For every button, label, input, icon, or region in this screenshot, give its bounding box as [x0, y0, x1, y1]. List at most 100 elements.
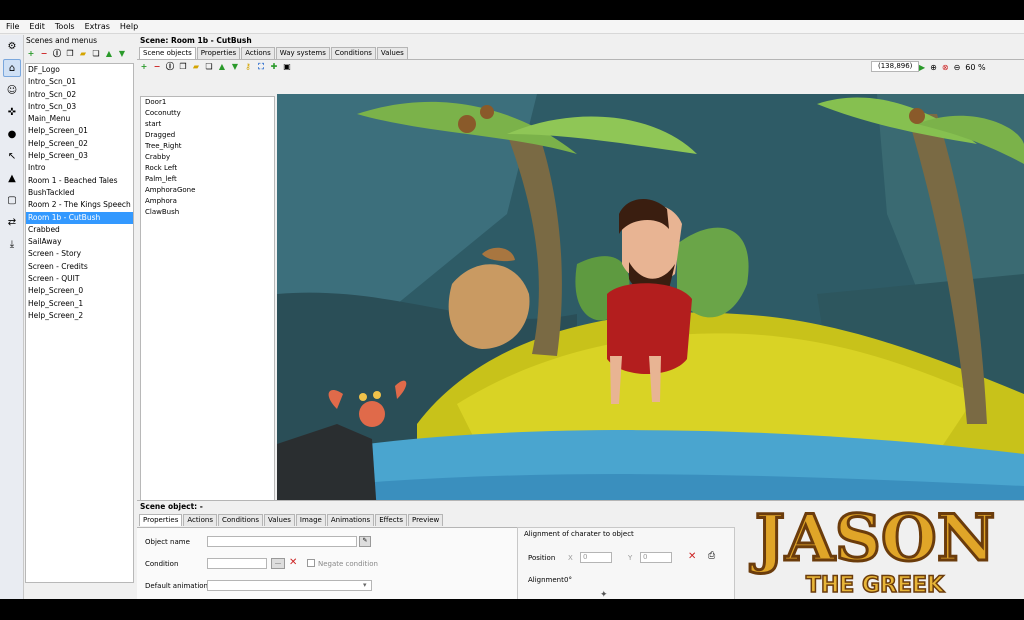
scene-item[interactable]: Help_Screen_2	[26, 310, 133, 322]
scene-tab[interactable]: Values	[376, 47, 408, 59]
zoom-reset-icon[interactable]: ⊗	[942, 63, 949, 72]
edit-name-icon[interactable]: ✎	[359, 536, 371, 547]
menu-help[interactable]: Help	[120, 22, 138, 31]
object-paste-icon[interactable]: ❏	[204, 62, 214, 72]
gamepad-icon[interactable]: ✜	[3, 103, 21, 121]
character-icon[interactable]: ☺	[3, 81, 21, 99]
clear-position-icon[interactable]: ✕	[688, 551, 696, 562]
scene-object-item[interactable]: AmphoraGone	[141, 185, 274, 196]
scene-item[interactable]: Help_Screen_02	[26, 138, 133, 150]
zoom-out-icon[interactable]: ⊖	[954, 63, 961, 72]
play-icon[interactable]: ▶	[919, 63, 925, 72]
key-icon[interactable]: ⚷	[243, 62, 253, 72]
scene-item[interactable]: Room 1b - CutBush	[26, 211, 133, 224]
scene-tab[interactable]: Conditions	[330, 47, 376, 59]
info-icon[interactable]: Ⓘ	[52, 49, 62, 59]
clear-condition-icon[interactable]: ✕	[289, 557, 297, 568]
export-icon[interactable]: ⤓	[3, 235, 21, 253]
scene-object-item[interactable]: Door1	[141, 97, 274, 108]
object-tab[interactable]: Animations	[326, 514, 375, 526]
menu-edit[interactable]: Edit	[29, 22, 45, 31]
scene-item[interactable]: Intro_Scn_03	[26, 101, 133, 113]
scene-item[interactable]: Screen - QUIT	[26, 273, 133, 285]
scene-object-item[interactable]: Tree_Right	[141, 141, 274, 152]
scene-item[interactable]: Help_Screen_01	[26, 125, 133, 137]
scene-item[interactable]: Crabbed	[26, 224, 133, 236]
layer-icon[interactable]: ▣	[282, 62, 292, 72]
object-up-icon[interactable]: ▲	[217, 62, 227, 72]
move-up-icon[interactable]: ▲	[104, 49, 114, 59]
scene-item[interactable]: DF_Logo	[26, 64, 133, 76]
scene-canvas[interactable]	[277, 94, 1024, 513]
menu-file[interactable]: File	[6, 22, 19, 31]
scene-item[interactable]: Room 1 - Beached Tales	[26, 175, 133, 187]
object-tab[interactable]: Image	[295, 514, 326, 526]
scene-item[interactable]: Intro_Scn_01	[26, 76, 133, 88]
scene-item[interactable]: Room 2 - The Kings Speech	[26, 199, 133, 211]
menu-extras[interactable]: Extras	[85, 22, 110, 31]
scene-item[interactable]: Screen - Story	[26, 248, 133, 260]
object-folder-icon[interactable]: ▰	[191, 62, 201, 72]
object-info-icon[interactable]: Ⓘ	[165, 62, 175, 72]
object-tab[interactable]: Conditions	[217, 514, 264, 526]
ball-icon[interactable]: ●	[3, 125, 21, 143]
negate-checkbox[interactable]	[307, 559, 315, 567]
move-down-icon[interactable]: ▼	[117, 49, 127, 59]
remove-object-icon[interactable]: −	[152, 62, 162, 72]
zoom-in-icon[interactable]: ⊕	[930, 63, 937, 72]
frame-icon[interactable]: ▢	[3, 191, 21, 209]
remove-icon[interactable]: −	[39, 49, 49, 59]
add-icon[interactable]: +	[26, 49, 36, 59]
compass-icon[interactable]: ✦	[600, 590, 608, 599]
object-name-input[interactable]	[207, 536, 357, 547]
object-down-icon[interactable]: ▼	[230, 62, 240, 72]
scene-object-item[interactable]: Dragged	[141, 130, 274, 141]
scene-item[interactable]: SailAway	[26, 236, 133, 248]
scene-item[interactable]: Main_Menu	[26, 113, 133, 125]
scenes-list[interactable]: DF_Logo Intro_Scn_01 Intro_Scn_02 Intro_Scn…	[25, 63, 134, 583]
fit-icon[interactable]: ⛶	[256, 62, 266, 72]
object-tab[interactable]: Values	[264, 514, 295, 526]
add-object-icon[interactable]: +	[139, 62, 149, 72]
object-tab[interactable]: Properties	[139, 514, 183, 526]
paste-icon[interactable]: ❏	[91, 49, 101, 59]
scene-objects-list[interactable]: Door1 Coconutty start Dragged Tree_Right Crab…	[140, 96, 275, 514]
triangle-icon[interactable]: ▲	[3, 169, 21, 187]
object-tab[interactable]: Effects	[375, 514, 407, 526]
scene-item[interactable]: Help_Screen_0	[26, 285, 133, 297]
scene-object-item[interactable]: Coconutty	[141, 108, 274, 119]
default-animation-select[interactable]	[207, 580, 372, 591]
grid-icon[interactable]: ✚	[269, 62, 279, 72]
scene-item[interactable]: Screen - Credits	[26, 261, 133, 273]
scene-tab[interactable]: Actions	[241, 47, 275, 59]
settings-icon[interactable]: ⚙	[3, 37, 21, 55]
condition-input[interactable]	[207, 558, 267, 569]
scene-item[interactable]: BushTackled	[26, 187, 133, 199]
scene-object-item[interactable]: start	[141, 119, 274, 130]
scene-item[interactable]: Intro_Scn_02	[26, 89, 133, 101]
scene-tab[interactable]: Properties	[196, 47, 241, 59]
home-icon[interactable]: ⌂	[3, 59, 21, 77]
x-input[interactable]: 0	[580, 552, 612, 563]
scene-object-item[interactable]: Rock Left	[141, 163, 274, 174]
menu-tools[interactable]: Tools	[55, 22, 75, 31]
object-copy-icon[interactable]: ❐	[178, 62, 188, 72]
scene-item[interactable]: Intro	[26, 162, 133, 174]
transition-icon[interactable]: ⇄	[3, 213, 21, 231]
scene-item[interactable]: Help_Screen_03	[26, 150, 133, 162]
object-tab[interactable]: Actions	[183, 514, 217, 526]
scene-tab[interactable]: Scene objects	[139, 47, 196, 59]
more-icon[interactable]: …	[271, 558, 285, 569]
y-input[interactable]: 0	[640, 552, 672, 563]
scene-item[interactable]: Help_Screen_1	[26, 298, 133, 310]
cursor-icon[interactable]: ↖	[3, 147, 21, 165]
printer-icon[interactable]: ⎙	[708, 551, 715, 561]
scene-object-item[interactable]: Crabby	[141, 152, 274, 163]
scene-tab[interactable]: Way systems	[275, 47, 330, 59]
scene-object-item[interactable]: ClawBush	[141, 207, 274, 218]
object-tab[interactable]: Preview	[407, 514, 444, 526]
scene-object-item[interactable]: Palm_left	[141, 174, 274, 185]
scene-object-item[interactable]: Amphora	[141, 196, 274, 207]
folder-icon[interactable]: ▰	[78, 49, 88, 59]
copy-icon[interactable]: ❐	[65, 49, 75, 59]
